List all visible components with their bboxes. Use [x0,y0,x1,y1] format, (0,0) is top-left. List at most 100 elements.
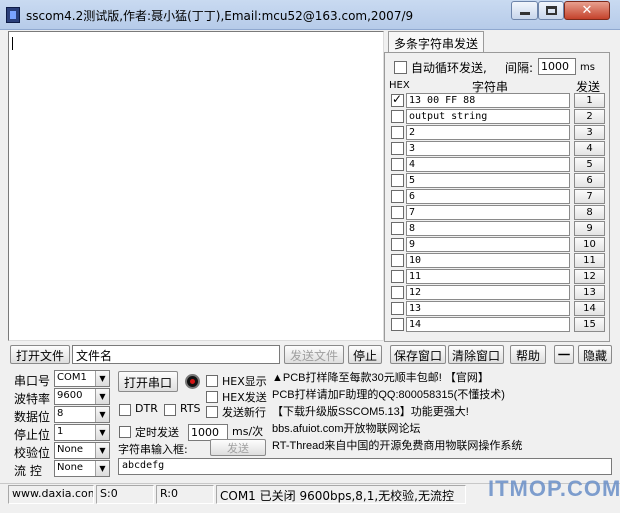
row-hex-checkbox[interactable] [391,286,404,299]
row-send-button[interactable]: 1 [574,93,605,108]
rts-checkbox[interactable] [164,404,176,416]
chevron-down-icon[interactable]: ▼ [95,407,109,422]
column-header-hex: HEX [389,80,410,91]
row-send-button[interactable]: 3 [574,125,605,140]
open-port-button[interactable]: 打开串口 [118,371,178,392]
ad-links: ▲PCB打样降至每款30元顺丰包邮! 【官网】 PCB打样请加F助理的QQ:80… [272,370,612,456]
baud-select[interactable]: 9600 ▼ [54,388,110,405]
hex-send-checkbox[interactable] [206,391,218,403]
row-send-button[interactable]: 15 [574,317,605,332]
row-string-input[interactable]: 13 [406,301,570,316]
help-button[interactable]: 帮助 [510,345,546,364]
row-hex-checkbox[interactable] [391,92,404,107]
row-send-button[interactable]: 7 [574,189,605,204]
row-hex-checkbox[interactable] [391,158,404,171]
filename-field[interactable]: 文件名 [72,345,280,364]
minimize-button[interactable] [511,1,538,20]
databits-select[interactable]: 8 ▼ [54,406,110,423]
send-newline-checkbox[interactable] [206,406,218,418]
row-hex-checkbox[interactable] [391,318,404,331]
row-hex-checkbox[interactable] [391,270,404,283]
row-string-input[interactable]: 5 [406,173,570,188]
send-button[interactable]: 发送 [210,439,266,456]
row-hex-checkbox[interactable] [391,190,404,203]
chevron-down-icon[interactable]: ▼ [95,389,109,404]
dtr-checkbox[interactable] [119,404,131,416]
open-file-button[interactable]: 打开文件 [10,345,70,364]
chevron-down-icon[interactable]: ▼ [95,443,109,458]
maximize-button[interactable] [538,1,564,20]
stopbits-select[interactable]: 1 ▼ [54,424,110,441]
row-string-input[interactable]: 13 00 FF 88 [406,93,570,108]
ad-link[interactable]: RT-Thread来自中国的开源免费商用物联网操作系统 [272,438,612,455]
rts-label: RTS [180,402,201,415]
row-string-input[interactable]: 12 [406,285,570,300]
row-string-input[interactable]: 3 [406,141,570,156]
row-send-button[interactable]: 5 [574,157,605,172]
minimize-icon [519,12,530,15]
row-hex-checkbox[interactable] [391,174,404,187]
auto-loop-label: 自动循环发送, [411,61,487,75]
row-hex-checkbox[interactable] [391,222,404,235]
parity-select[interactable]: None ▼ [54,442,110,459]
close-button[interactable]: ✕ [564,1,610,20]
tab-multi-string-send[interactable]: 多条字符串发送 [388,31,484,53]
row-send-button[interactable]: 11 [574,253,605,268]
hide-button[interactable]: 隐藏 [578,345,612,364]
row-hex-checkbox[interactable] [391,126,404,139]
row-send-button[interactable]: 4 [574,141,605,156]
row-hex-checkbox[interactable] [391,302,404,315]
receive-textarea[interactable] [8,31,384,341]
send-file-button[interactable]: 发送文件 [284,345,344,364]
row-send-button[interactable]: 10 [574,237,605,252]
row-hex-checkbox[interactable] [391,142,404,155]
interval-input[interactable]: 1000 [538,58,576,75]
baud-value: 9600 [57,390,83,401]
watermark: ITMOP.COM [488,476,620,501]
row-string-input[interactable]: 2 [406,125,570,140]
send-string-input[interactable]: abcdefg [118,458,612,475]
row-send-button[interactable]: 6 [574,173,605,188]
clear-window-button[interactable]: 清除窗口 [448,345,504,364]
status-url[interactable]: www.daxia.com [8,485,94,504]
row-string-input[interactable]: 6 [406,189,570,204]
stop-button[interactable]: 停止 [348,345,382,364]
row-string-input[interactable]: 8 [406,221,570,236]
row-string-input[interactable]: 4 [406,157,570,172]
stopbits-label: 停止位 [14,428,51,442]
row-send-button[interactable]: 13 [574,285,605,300]
parity-value: None [57,444,84,455]
row-hex-checkbox[interactable] [391,110,404,123]
databits-label: 数据位 [14,410,51,424]
close-icon: ✕ [581,3,593,18]
port-select[interactable]: COM1 ▼ [54,370,110,387]
row-send-button[interactable]: 8 [574,205,605,220]
dash-button[interactable]: 一 [554,345,574,364]
row-string-input[interactable]: 9 [406,237,570,252]
text-caret [12,37,13,50]
row-hex-checkbox[interactable] [391,254,404,267]
ad-link[interactable]: ▲PCB打样降至每款30元顺丰包邮! 【官网】 [272,370,612,387]
row-string-input[interactable]: 14 [406,317,570,332]
row-string-input[interactable]: output string [406,109,570,124]
row-hex-checkbox[interactable] [391,206,404,219]
chevron-down-icon[interactable]: ▼ [95,425,109,440]
flow-select[interactable]: None ▼ [54,460,110,477]
row-send-button[interactable]: 9 [574,221,605,236]
row-string-input[interactable]: 10 [406,253,570,268]
row-string-input[interactable]: 7 [406,205,570,220]
row-send-button[interactable]: 12 [574,269,605,284]
ad-link[interactable]: PCB打样请加F助理的QQ:800058315(不懂技术) [272,387,612,404]
row-send-button[interactable]: 2 [574,109,605,124]
ad-link[interactable]: bbs.afuiot.com开放物联网论坛 [272,421,612,438]
row-string-input[interactable]: 11 [406,269,570,284]
ad-link[interactable]: 【下载升级版SSCOM5.13】功能更强大! [272,404,612,421]
timed-send-checkbox[interactable] [119,426,131,438]
chevron-down-icon[interactable]: ▼ [95,461,109,476]
hex-show-checkbox[interactable] [206,375,218,387]
chevron-down-icon[interactable]: ▼ [95,371,109,386]
save-window-button[interactable]: 保存窗口 [390,345,446,364]
row-send-button[interactable]: 14 [574,301,605,316]
row-hex-checkbox[interactable] [391,238,404,251]
auto-loop-checkbox[interactable] [394,61,407,74]
